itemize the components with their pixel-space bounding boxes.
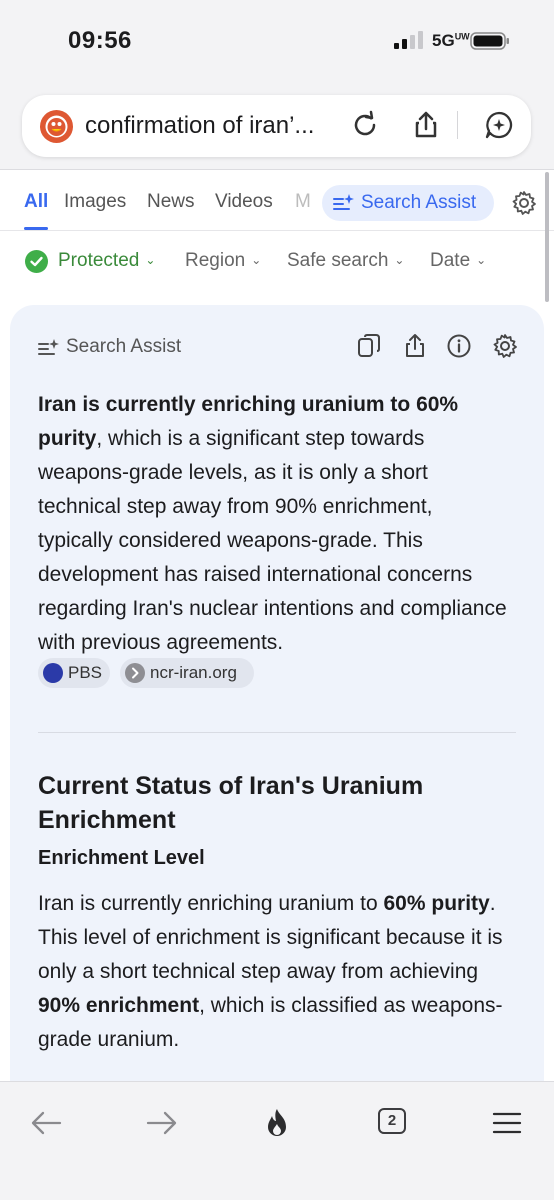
tab-videos[interactable]: Videos <box>215 191 273 213</box>
search-assist-header: Search Assist <box>66 336 182 357</box>
region-filter[interactable]: Region ⌄ <box>185 250 261 272</box>
search-filters: Protected ⌄ Region ⌄ Safe search ⌄ Date ⌄ <box>0 231 554 291</box>
duck-chat-icon[interactable] <box>483 109 515 141</box>
section-heading: Current Status of Iran's Uranium Enrichm… <box>38 772 424 834</box>
search-assist-icon <box>38 339 59 355</box>
tab-images[interactable]: Images <box>64 191 126 213</box>
address-bar-separator <box>457 111 458 139</box>
tab-maps-truncated[interactable]: M <box>295 191 311 213</box>
share-icon[interactable] <box>402 333 428 359</box>
menu-icon[interactable] <box>490 1106 524 1140</box>
tab-all[interactable]: All <box>24 191 48 213</box>
chevron-down-icon: ⌄ <box>251 253 262 267</box>
protected-check-icon <box>25 250 48 273</box>
chevron-right-icon <box>125 663 145 683</box>
date-filter[interactable]: Date ⌄ <box>430 250 486 272</box>
active-tab-indicator <box>24 227 48 230</box>
settings-gear-icon[interactable] <box>511 190 537 216</box>
cellular-signal-icon <box>394 31 423 49</box>
pbs-logo-icon <box>43 663 63 683</box>
enrichment-paragraph: Iran is currently enriching uranium to 6… <box>38 892 503 1051</box>
page-scrollbar[interactable] <box>545 172 549 302</box>
status-time: 09:56 <box>68 27 132 54</box>
status-bar: 09:56 5GUW <box>0 0 554 84</box>
search-assist-tab-label: Search Assist <box>361 192 477 213</box>
tab-switcher-button[interactable]: 2 <box>378 1108 406 1134</box>
section-subheading: Enrichment Level <box>38 847 205 869</box>
fire-button-icon[interactable] <box>260 1106 294 1140</box>
protected-filter[interactable]: Protected ⌄ <box>58 250 155 272</box>
back-arrow-icon[interactable] <box>29 1106 63 1140</box>
info-icon[interactable] <box>446 333 472 359</box>
chevron-down-icon: ⌄ <box>145 253 156 267</box>
forward-arrow-icon[interactable] <box>145 1106 179 1140</box>
bottom-toolbar: 2 <box>0 1081 554 1200</box>
network-type: 5GUW <box>432 31 470 50</box>
duckduckgo-logo-icon <box>40 110 73 143</box>
address-bar-area: confirmation of iran’... <box>0 84 554 170</box>
source-chip-ncr-iran[interactable]: ncr-iran.org <box>120 658 254 688</box>
search-assist-tab[interactable]: Search Assist <box>322 185 494 221</box>
chevron-down-icon: ⌄ <box>476 253 487 267</box>
assist-summary: Iran is currently enriching uranium to 6… <box>38 388 508 660</box>
assist-summary-rest: , which is a significant step towards we… <box>38 427 507 654</box>
chevron-down-icon: ⌄ <box>394 253 405 267</box>
battery-icon <box>470 32 509 50</box>
tab-news[interactable]: News <box>147 191 195 213</box>
search-assist-card: Search Assist Iran is currently enrichin… <box>10 305 544 1125</box>
reload-icon[interactable] <box>349 109 381 141</box>
safe-search-filter[interactable]: Safe search ⌄ <box>287 250 404 272</box>
settings-gear-icon[interactable] <box>492 333 518 359</box>
search-assist-icon <box>333 194 354 210</box>
source-chip-pbs[interactable]: PBS <box>38 658 110 688</box>
copy-icon[interactable] <box>356 333 382 359</box>
address-bar[interactable]: confirmation of iran’... <box>22 95 531 157</box>
share-icon[interactable] <box>410 109 442 141</box>
search-tabs: All Images News Videos M Search Assist <box>0 171 554 231</box>
divider <box>38 732 516 733</box>
search-query-text[interactable]: confirmation of iran’... <box>85 112 314 140</box>
